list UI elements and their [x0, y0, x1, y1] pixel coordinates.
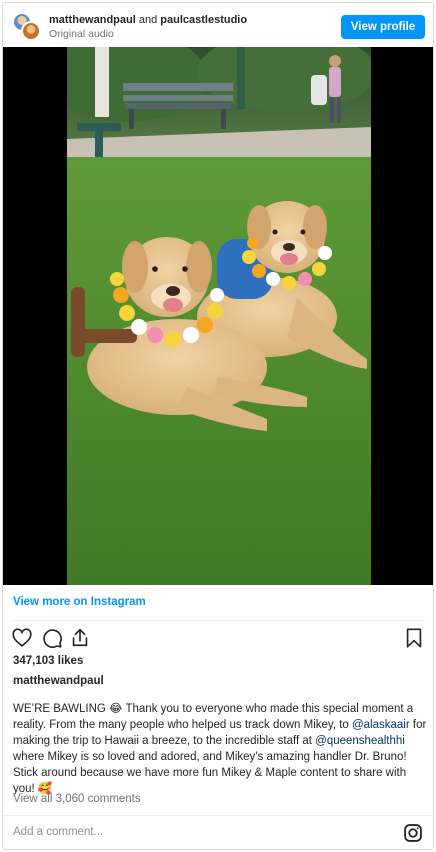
view-comments-link[interactable]: View all 3,060 comments	[13, 793, 141, 805]
instagram-logo-icon[interactable]	[403, 823, 423, 843]
share-icon[interactable]	[69, 627, 91, 649]
avatar[interactable]	[21, 21, 41, 41]
divider	[3, 815, 433, 816]
comment-input[interactable]	[13, 826, 313, 838]
post-header: matthewandpaul and paulcastlestudio Orig…	[3, 3, 433, 47]
author-connector: and	[138, 14, 158, 26]
like-count[interactable]: 347,103 likes	[13, 655, 83, 667]
mention-link[interactable]: @queenshealthhi	[315, 735, 405, 747]
view-more-link[interactable]: View more on Instagram	[13, 596, 146, 608]
audio-label[interactable]: Original audio	[49, 28, 114, 40]
heart-icon[interactable]	[11, 627, 33, 649]
avatar-group[interactable]	[12, 12, 42, 42]
comment-icon[interactable]	[41, 627, 63, 649]
author-link-2[interactable]: paulcastlestudio	[160, 14, 247, 26]
post-caption: WE’RE BAWLING 😂 Thank you to everyone wh…	[13, 701, 427, 797]
bookmark-icon[interactable]	[403, 627, 425, 649]
caption-text: where Mikey is so loved and adored, and …	[13, 751, 407, 795]
post-authors: matthewandpaul and paulcastlestudio	[49, 14, 247, 27]
video-frame	[67, 47, 371, 585]
caption-username[interactable]: matthewandpaul	[13, 675, 104, 687]
mention-link[interactable]: @alaskaair	[352, 719, 410, 731]
view-profile-button[interactable]: View profile	[341, 15, 425, 39]
post-actions	[3, 625, 433, 653]
instagram-embed-card: matthewandpaul and paulcastlestudio Orig…	[2, 2, 434, 850]
author-link-1[interactable]: matthewandpaul	[49, 14, 136, 26]
video-frame-illustration	[67, 47, 371, 585]
post-video[interactable]	[3, 47, 433, 585]
divider	[11, 620, 425, 621]
